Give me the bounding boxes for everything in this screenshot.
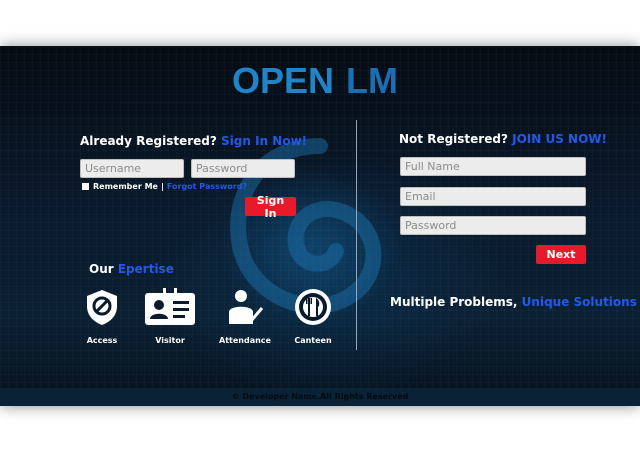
expertise-item-visitor: Visitor <box>140 288 200 346</box>
separator: | <box>160 182 164 191</box>
forgot-password-link[interactable]: Forgot Password? <box>167 182 247 191</box>
expertise-label: Attendance <box>219 336 271 345</box>
tagline: Multiple Problems, Unique Solutions <box>390 295 637 309</box>
svg-text:OPEN: OPEN <box>232 60 334 100</box>
openlm-logo: OPEN LM <box>232 60 398 100</box>
signin-heading: Already Registered? Sign In Now! <box>80 134 307 148</box>
expertise-item-attendance: Attendance <box>215 288 275 346</box>
no-entry-shield-icon <box>87 290 117 325</box>
expertise-item-canteen: Canteen <box>283 288 343 346</box>
register-heading: Not Registered? JOIN US NOW! <box>399 132 607 146</box>
expertise-heading-accent: Epertise <box>117 262 174 276</box>
register-password-input[interactable] <box>400 216 586 235</box>
remember-me-label: Remember Me <box>93 182 158 191</box>
column-divider <box>356 120 357 350</box>
expertise-heading-prefix: Our <box>89 262 114 276</box>
person-check-icon <box>229 290 264 324</box>
next-button[interactable]: Next <box>536 245 586 264</box>
remember-me-checkbox[interactable] <box>82 183 89 190</box>
expertise-item-access: Access <box>72 288 132 346</box>
fork-knife-plate-icon <box>295 289 331 325</box>
expertise-heading: Our Epertise <box>89 262 174 276</box>
username-input[interactable] <box>80 159 184 178</box>
expertise-label: Access <box>86 336 118 345</box>
email-input[interactable] <box>400 187 586 206</box>
id-card-icon <box>145 288 195 325</box>
footer-copyright: © Developer Name.All Rights Reserved <box>0 388 640 406</box>
remember-row: Remember Me | Forgot Password? <box>82 182 247 191</box>
tagline-prefix: Multiple Problems, <box>390 295 518 309</box>
register-heading-text: Not Registered? <box>399 132 508 146</box>
expertise-label: Visitor <box>155 336 185 345</box>
expertise-label: Canteen <box>294 336 332 345</box>
join-us-link[interactable]: JOIN US NOW! <box>512 132 607 146</box>
sign-in-button[interactable]: Sign In <box>245 194 296 220</box>
signin-now-link[interactable]: Sign In Now! <box>221 134 307 148</box>
signin-password-input[interactable] <box>191 159 295 178</box>
full-name-input[interactable] <box>400 157 586 176</box>
tagline-accent: Unique Solutions <box>521 295 637 309</box>
svg-text:LM: LM <box>346 60 398 100</box>
signin-heading-text: Already Registered? <box>80 134 217 148</box>
